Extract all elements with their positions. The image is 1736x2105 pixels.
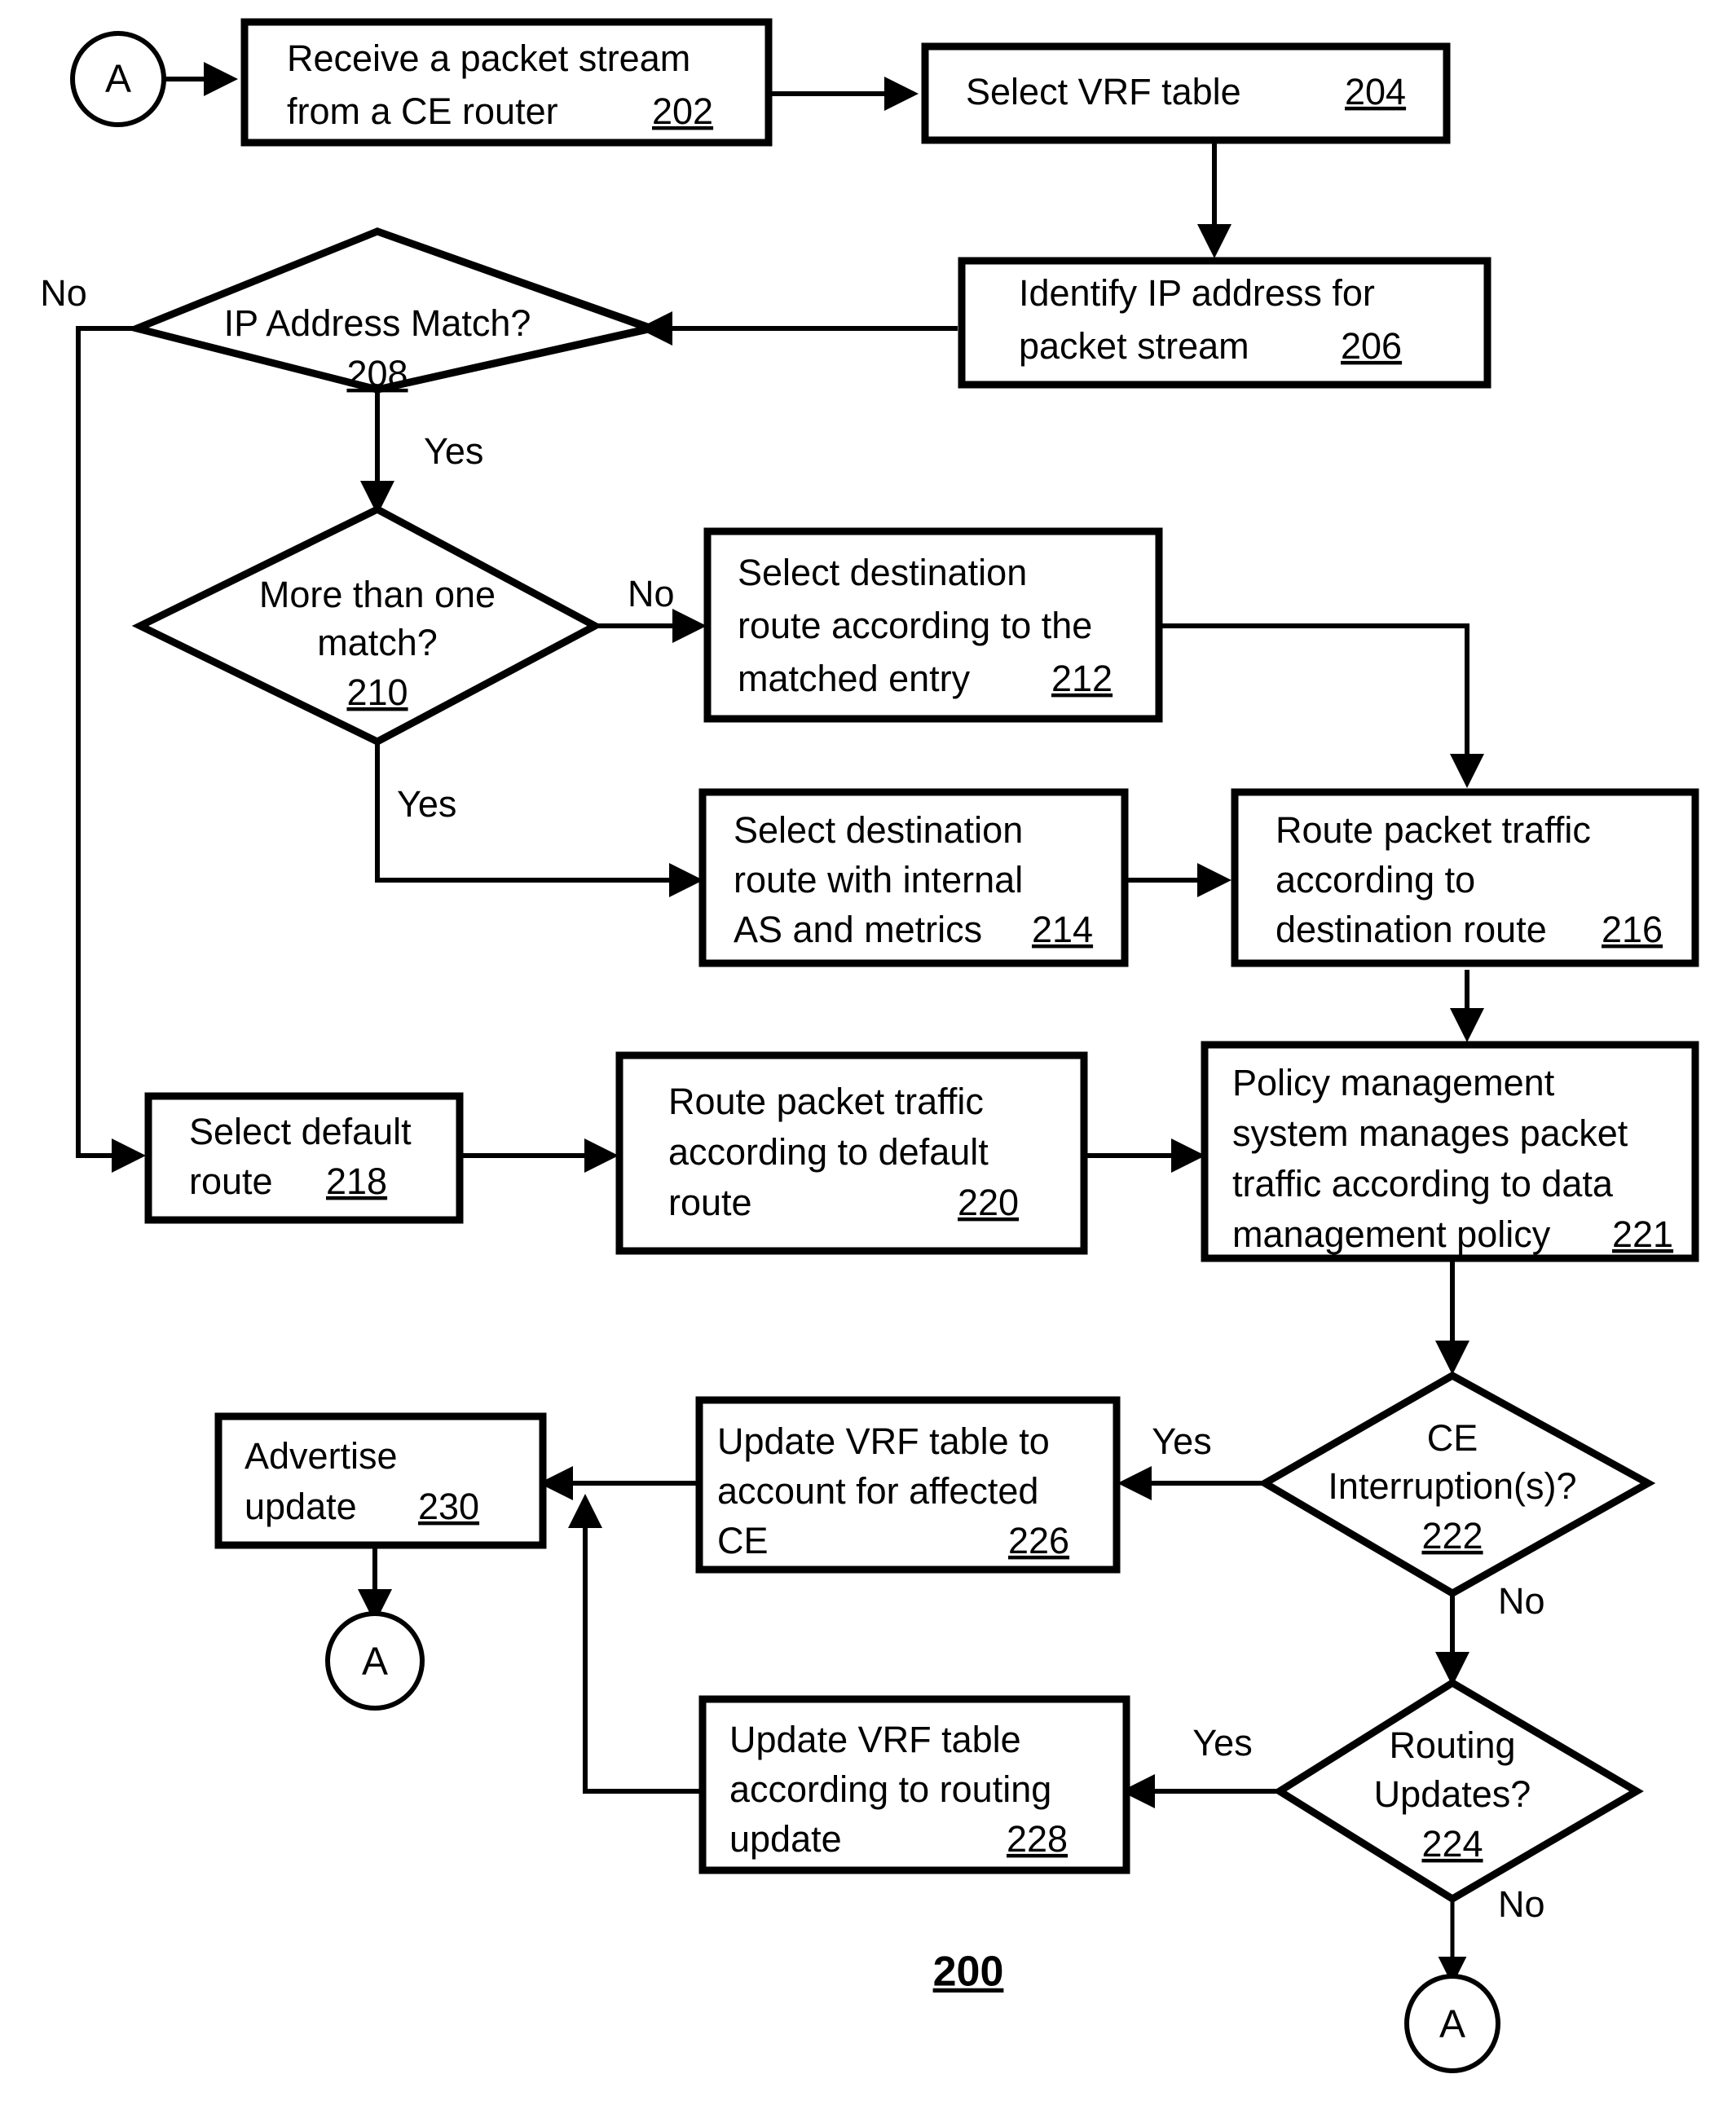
node-220-line-3: route (668, 1182, 752, 1223)
node-206-line-2: packet stream (1019, 325, 1249, 367)
node-221-line-2: system manages packet (1232, 1112, 1628, 1154)
node-208-line-1: IP Address Match? (224, 302, 531, 344)
node-214-line-2: route with internal (734, 859, 1023, 901)
node-222-line-2: Interruption(s)? (1328, 1465, 1576, 1507)
node-218-line-1: Select default (189, 1111, 412, 1152)
node-202-ref: 202 (652, 90, 713, 132)
node-228-line-1: Update VRF table (729, 1719, 1021, 1760)
node-224-ref: 224 (1421, 1823, 1483, 1865)
node-221-line-1: Policy management (1232, 1062, 1555, 1103)
node-212-ref: 212 (1051, 658, 1113, 699)
node-208-ref: 208 (346, 353, 408, 394)
node-226-ref: 226 (1008, 1520, 1069, 1561)
node-230-line-2: update (245, 1486, 357, 1527)
node-221-line-4: management policy (1232, 1213, 1551, 1255)
node-224-line-2: Updates? (1374, 1773, 1531, 1815)
node-224-line-1: Routing (1389, 1724, 1515, 1766)
connector-a-start-label: A (105, 58, 131, 101)
node-210-line-1: More than one (259, 574, 496, 615)
node-220-line-1: Route packet traffic (668, 1081, 984, 1122)
node-210-ref: 210 (346, 672, 408, 713)
node-212-line-3: matched entry (738, 658, 971, 699)
node-206-ref: 206 (1341, 325, 1402, 367)
node-202-line-1: Receive a packet stream (287, 37, 690, 79)
node-212-line-1: Select destination (738, 552, 1027, 593)
node-228-line-3: update (729, 1818, 842, 1860)
node-221-line-3: traffic according to data (1232, 1163, 1614, 1204)
edge-label-222-yes: Yes (1152, 1420, 1211, 1462)
node-222-ref: 222 (1421, 1515, 1483, 1557)
edge-label-224-yes: Yes (1192, 1722, 1252, 1764)
edge-212-to-216 (1159, 623, 1484, 788)
node-220-line-2: according to default (668, 1131, 989, 1173)
node-226-line-3: CE (717, 1520, 769, 1561)
node-216-line-3: destination route (1276, 909, 1547, 950)
patent-flowchart-figure: A Receive a packet stream from a CE rout… (0, 0, 1736, 2105)
node-218-line-2: route (189, 1160, 273, 1202)
edge-208-no-to-218 (76, 326, 146, 1173)
node-206-line-1: Identify IP address for (1019, 272, 1375, 314)
edge-label-222-no: No (1498, 1580, 1545, 1622)
node-204-ref: 204 (1345, 71, 1406, 112)
node-214-line-1: Select destination (734, 809, 1023, 851)
edge-label-208-no: No (40, 272, 87, 314)
flowchart-canvas: A Receive a packet stream from a CE rout… (40, 18, 1699, 2073)
node-230-line-1: Advertise (245, 1435, 398, 1477)
edge-label-210-no: No (628, 573, 675, 614)
node-226-line-1: Update VRF table to (717, 1420, 1050, 1462)
node-230-ref: 230 (418, 1486, 479, 1527)
node-214-ref: 214 (1032, 909, 1093, 950)
connector-a-end-bottom-label: A (1439, 2003, 1465, 2046)
figure-number: 200 (933, 1949, 1004, 1996)
node-216-line-1: Route packet traffic (1276, 809, 1591, 851)
edge-228-to-230-junction (568, 1494, 699, 1794)
node-210-line-2: match? (317, 622, 438, 663)
node-220-ref: 220 (958, 1182, 1019, 1223)
node-216-ref: 216 (1602, 909, 1663, 950)
node-226-line-2: account for affected (717, 1470, 1038, 1512)
node-216-line-2: according to (1276, 859, 1475, 901)
edge-label-210-yes: Yes (397, 783, 456, 825)
node-228-ref: 228 (1007, 1818, 1068, 1860)
connector-a-end-left-label: A (362, 1640, 388, 1684)
node-221-ref: 221 (1612, 1213, 1673, 1255)
node-222-line-1: CE (1427, 1417, 1478, 1459)
node-228-line-2: according to routing (729, 1768, 1051, 1810)
node-214-line-3: AS and metrics (734, 909, 982, 950)
node-218-ref: 218 (326, 1160, 387, 1202)
node-204-line-1: Select VRF table (966, 71, 1241, 112)
edge-label-208-yes: Yes (424, 430, 483, 472)
node-212-line-2: route according to the (738, 605, 1092, 646)
edge-label-224-no: No (1498, 1883, 1545, 1925)
node-202-line-2: from a CE router (287, 90, 558, 132)
